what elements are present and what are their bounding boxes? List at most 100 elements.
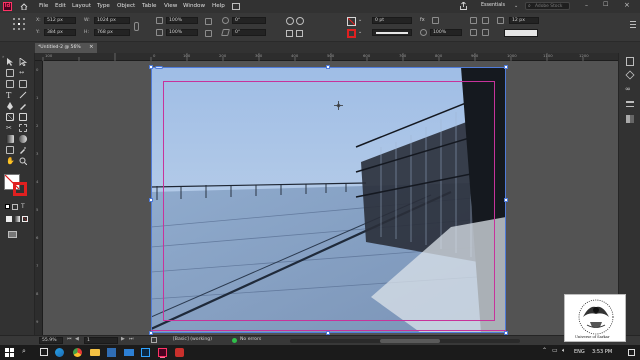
store-icon[interactable]: [107, 348, 116, 357]
menu-file[interactable]: File: [39, 3, 48, 9]
search-icon[interactable]: ⌕: [22, 347, 26, 356]
text-wrap-icon[interactable]: [470, 17, 477, 24]
scissors-tool-icon[interactable]: ✂: [6, 124, 14, 132]
free-transform-tool-icon[interactable]: [19, 124, 27, 132]
chevron-down-icon[interactable]: ⌄: [358, 29, 362, 35]
page-tool-icon[interactable]: [6, 69, 14, 77]
gradient-feather-tool-icon[interactable]: [19, 135, 27, 143]
close-tab-icon[interactable]: ×: [89, 44, 94, 50]
gradient-tool-icon[interactable]: [6, 135, 14, 143]
zoom-tool-icon[interactable]: [19, 157, 28, 166]
frame-fitting-icon[interactable]: [482, 29, 489, 36]
windows-start-icon[interactable]: [5, 348, 14, 357]
maximize-icon[interactable]: ☐: [603, 1, 608, 8]
apply-gradient-icon[interactable]: [14, 216, 20, 222]
effects-fx-icon[interactable]: fx: [420, 17, 427, 24]
volume-icon[interactable]: 🔈︎: [562, 347, 566, 355]
stroke-panel-icon[interactable]: [626, 101, 634, 107]
photoshop-icon[interactable]: [141, 348, 150, 357]
home-icon[interactable]: [20, 3, 28, 11]
opacity-field[interactable]: 100%: [430, 29, 462, 36]
menu-edit[interactable]: Edit: [55, 3, 66, 9]
last-page-icon[interactable]: ⏭: [129, 336, 134, 342]
rectangle-tool-icon[interactable]: [19, 113, 27, 121]
search-stock-field[interactable]: ⌕ Adobe Stock: [525, 2, 570, 10]
y-field[interactable]: 384 px: [44, 29, 76, 36]
type-tool-icon[interactable]: T: [6, 91, 14, 100]
layers-panel-icon[interactable]: [625, 70, 635, 80]
app-badge[interactable]: Id: [3, 2, 12, 11]
style-preview-box[interactable]: [504, 29, 538, 37]
screen-mode-icon[interactable]: [8, 231, 17, 238]
rotate-cw-icon[interactable]: [286, 17, 294, 25]
shear-field[interactable]: 0°: [232, 29, 266, 36]
chevron-down-icon[interactable]: ⌄: [358, 17, 362, 23]
selection-handle[interactable]: [149, 198, 153, 202]
scale-y-field[interactable]: 100%: [166, 29, 198, 36]
fill-swatch-icon[interactable]: [347, 17, 356, 26]
eyedropper-tool-icon[interactable]: [19, 146, 27, 154]
fitting-icon[interactable]: [470, 29, 477, 36]
select-container-icon[interactable]: [286, 30, 293, 37]
style-status-text[interactable]: [Basic] (working): [173, 337, 212, 342]
selection-tool-icon[interactable]: [6, 58, 14, 66]
fill-stroke-swatch[interactable]: [3, 173, 31, 197]
stroke-swatch-icon[interactable]: [347, 29, 356, 38]
menu-view[interactable]: View: [164, 3, 177, 9]
scale-x-field[interactable]: 100%: [166, 17, 198, 24]
close-icon[interactable]: ×: [624, 1, 630, 9]
selection-handle[interactable]: [326, 65, 330, 69]
content-collector-icon[interactable]: [6, 80, 14, 88]
menu-window[interactable]: Window: [183, 3, 205, 9]
w-field[interactable]: 1024 px: [94, 17, 130, 24]
preflight-status[interactable]: No errors: [240, 337, 261, 342]
next-page-icon[interactable]: ▶: [121, 336, 125, 342]
menu-object[interactable]: Object: [117, 3, 135, 9]
network-icon[interactable]: ▭: [552, 347, 558, 354]
task-view-icon[interactable]: [40, 348, 48, 356]
reference-size-field[interactable]: 12 px: [509, 17, 539, 24]
stroke-type-select[interactable]: [372, 29, 412, 36]
workspace-switcher[interactable]: Essentials: [481, 3, 505, 8]
select-content-icon[interactable]: [296, 30, 303, 37]
constrain-proportions-icon[interactable]: [134, 22, 139, 31]
apply-none-icon[interactable]: [22, 216, 28, 222]
auto-fit-icon[interactable]: [482, 17, 489, 24]
clock[interactable]: 3:53 PM: [592, 349, 612, 355]
layout-options-icon[interactable]: [232, 3, 240, 10]
flip-horizontal-icon[interactable]: [205, 18, 212, 25]
page-number-field[interactable]: 1: [84, 337, 118, 344]
open-page-icon[interactable]: [151, 337, 157, 343]
swatches-panel-icon[interactable]: [626, 115, 634, 123]
reference-point-icon[interactable]: [13, 18, 25, 30]
content-grabber-icon[interactable]: [155, 66, 163, 69]
notification-icon[interactable]: [628, 349, 635, 356]
menu-layout[interactable]: Layout: [72, 3, 91, 9]
gap-tool-icon[interactable]: ↔: [19, 69, 27, 77]
line-tool-icon[interactable]: [19, 91, 27, 99]
rotate-field[interactable]: 0°: [232, 17, 266, 24]
previous-page-icon[interactable]: ◀: [75, 336, 79, 342]
edge-browser-icon[interactable]: [55, 348, 64, 357]
x-field[interactable]: 512 px: [44, 17, 76, 24]
pen-tool-icon[interactable]: [6, 102, 14, 110]
indesign-taskbar-icon[interactable]: [158, 348, 167, 357]
selection-handle[interactable]: [504, 198, 508, 202]
selection-handle[interactable]: [504, 65, 508, 69]
zoom-field[interactable]: 55.9%: [39, 337, 63, 344]
minimize-icon[interactable]: –: [585, 2, 588, 9]
horizontal-scrollbar[interactable]: [290, 339, 520, 343]
menu-help[interactable]: Help: [212, 3, 225, 9]
direct-selection-tool-icon[interactable]: [19, 57, 28, 67]
text-format-icon[interactable]: T: [21, 203, 25, 210]
stroke-swatch[interactable]: [13, 182, 27, 196]
tray-chevron-icon[interactable]: ⌃: [542, 347, 547, 354]
rotate-ccw-icon[interactable]: [296, 17, 304, 25]
drop-shadow-icon[interactable]: [432, 17, 439, 24]
chrome-browser-icon[interactable]: [73, 348, 82, 357]
pencil-tool-icon[interactable]: [19, 102, 27, 110]
menu-table[interactable]: Table: [142, 3, 156, 9]
default-colors-icon[interactable]: [5, 204, 10, 209]
first-page-icon[interactable]: ⏮: [67, 336, 72, 342]
panel-menu-icon[interactable]: [630, 18, 636, 34]
